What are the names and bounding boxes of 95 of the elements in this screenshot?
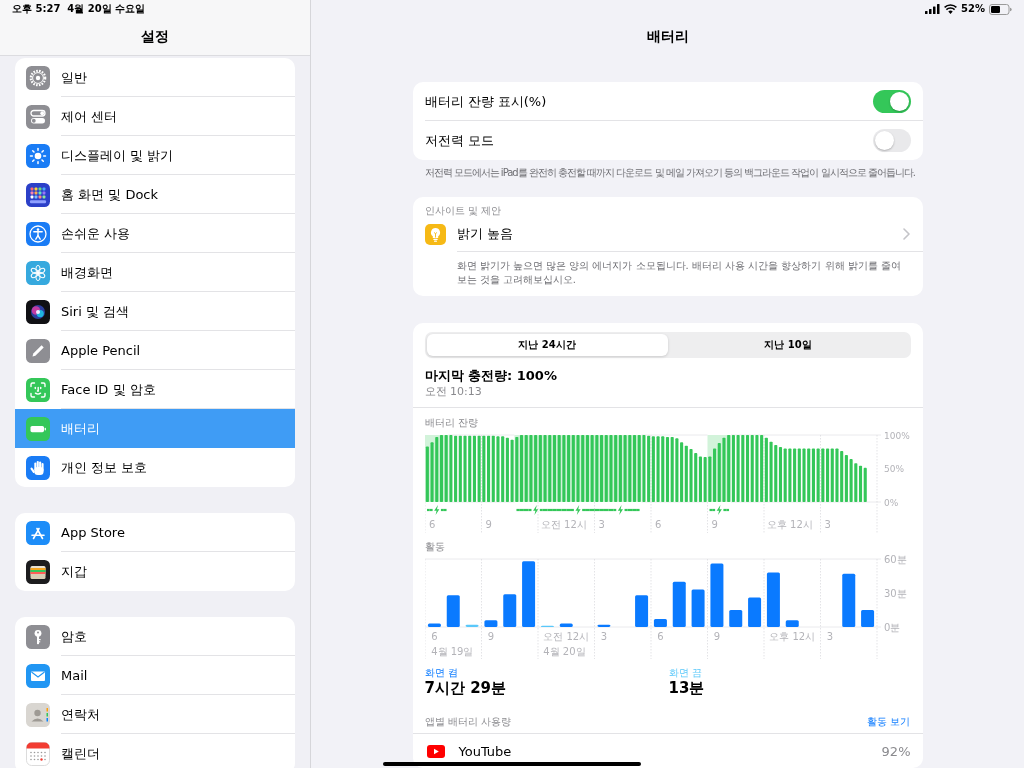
wallet-icon — [26, 559, 50, 584]
app-grid-icon — [26, 182, 50, 207]
chart-bar — [860, 610, 874, 627]
screen-time-label: 화면 끔 — [668, 666, 702, 679]
screen-time-value: 7시간 29분 — [424, 679, 507, 697]
axis-label: 6 — [430, 631, 438, 642]
axis-label: 0% — [883, 497, 898, 508]
hand-icon — [26, 455, 50, 480]
axis-label: 오전 12시 — [540, 519, 587, 530]
chart-bar — [427, 623, 441, 627]
usage-percentage: 92% — [881, 743, 911, 759]
chart-bar — [841, 573, 855, 627]
sidebar-item[interactable]: 캘린더 — [15, 734, 295, 768]
time-range-tab[interactable]: 지난 10일 — [667, 334, 909, 356]
face-scan-icon — [26, 377, 50, 402]
chart-title: 활동 — [424, 541, 445, 553]
axis-label: 50% — [883, 464, 904, 474]
chart-bar — [483, 620, 497, 627]
chart-bar — [559, 623, 573, 627]
status-time: 오후 5:27 — [12, 3, 61, 15]
chart-bar — [653, 619, 667, 627]
app-name: YouTube — [458, 743, 512, 759]
settings-footnote: 저전력 모드에서는 iPad를 완전히 충전할 때까지 다운로드 및 메일 가져오기 등의 백그라운드 작업이 일시적으로 줄어듭니다. — [423, 166, 915, 179]
chart-bar — [785, 620, 799, 627]
section-header: 앱별 배터리 사용량 — [424, 716, 511, 728]
crossed-lines-icon — [26, 520, 50, 545]
flower-icon — [26, 260, 50, 285]
contact-icon — [26, 702, 50, 727]
time-range-tab[interactable]: 지난 24시간 — [426, 334, 668, 356]
sidebar-title: 설정 — [141, 28, 169, 45]
axis-label: 3 — [600, 631, 607, 642]
last-charge-time: 오전 10:13 — [424, 385, 482, 399]
chart-bar — [728, 610, 742, 627]
setting-label: 저전력 모드 — [424, 131, 494, 150]
key-icon — [26, 624, 50, 649]
chart-bar — [521, 561, 535, 627]
chevron-icon — [902, 228, 910, 240]
axis-label: 30분 — [883, 587, 907, 599]
toggles-icon — [26, 104, 50, 129]
signal-icon — [925, 4, 941, 14]
chart-bar — [596, 624, 610, 627]
page-title: 배터리 — [646, 28, 689, 45]
axis-label: 4월 19일 — [430, 646, 473, 657]
setting-label: 배터리 잔량 표시(%) — [424, 92, 547, 111]
chart-bar — [709, 563, 723, 627]
axis-label: 6 — [656, 631, 664, 642]
chart-bar — [502, 594, 516, 627]
axis-label: 0분 — [883, 621, 900, 633]
chart-bar — [465, 624, 479, 627]
last-charge: 마지막 충전량: 100% — [424, 368, 557, 384]
envelope-icon — [26, 663, 50, 688]
toggle-switch[interactable] — [872, 90, 911, 113]
chart-bar — [747, 597, 761, 627]
axis-label: 100% — [883, 430, 910, 441]
chart-bar — [672, 581, 686, 627]
axis-label: 오후 12시 — [768, 631, 815, 642]
play-icon — [426, 744, 445, 758]
orb-icon — [26, 299, 50, 324]
axis-label: 9 — [713, 631, 720, 642]
insight-row[interactable]: 밝기 높음 — [412, 217, 923, 251]
status-date: 4월 20일 수요일 — [67, 3, 146, 15]
chart-bar — [691, 589, 705, 627]
sidebar-item[interactable]: 개인 정보 보호 — [15, 448, 295, 487]
axis-label: 9 — [484, 519, 492, 530]
sun-icon — [26, 143, 50, 168]
chart-title: 배터리 잔량 — [424, 417, 478, 429]
axis-label: 9 — [710, 519, 718, 530]
axis-label: 3 — [597, 519, 605, 530]
chart-bar — [446, 595, 460, 627]
lightbulb-icon — [424, 223, 446, 245]
axis-label: 6 — [428, 519, 435, 530]
battery-icon — [26, 416, 50, 441]
wifi-icon — [944, 4, 958, 14]
battery-percentage: 52% — [961, 3, 985, 15]
toggle-switch[interactable] — [872, 129, 911, 152]
axis-label: 3 — [823, 519, 831, 530]
sidebar-item[interactable]: 지갑 — [15, 552, 295, 591]
axis-label: 3 — [826, 631, 833, 642]
gear-icon — [26, 65, 50, 90]
section-header: 인사이트 및 제안 — [424, 205, 501, 217]
accessibility-icon — [26, 221, 50, 246]
axis-label: 60분 — [883, 553, 907, 565]
battery-icon — [989, 3, 1012, 15]
screen-time-label: 화면 켬 — [424, 666, 458, 679]
chart-bar — [766, 572, 780, 627]
axis-label: 오전 12시 — [542, 631, 589, 642]
screen-time-value: 13분 — [668, 679, 705, 697]
insight-description: 화면 밝기가 높으면 많은 양의 에너지가 소모됩니다. 배터리 사용 시간을 향상하기 위해 밝기를 줄여보는 것을 고려해보십시오. — [456, 251, 923, 296]
show-activity-link[interactable]: 활동 보기 — [867, 716, 911, 728]
axis-label: 4월 20일 — [542, 646, 586, 657]
axis-label: 오후 12시 — [766, 519, 813, 530]
axis-label: 9 — [487, 631, 494, 642]
chart-bar — [634, 595, 648, 627]
pencil-icon — [26, 338, 50, 363]
axis-label: 6 — [654, 519, 661, 530]
